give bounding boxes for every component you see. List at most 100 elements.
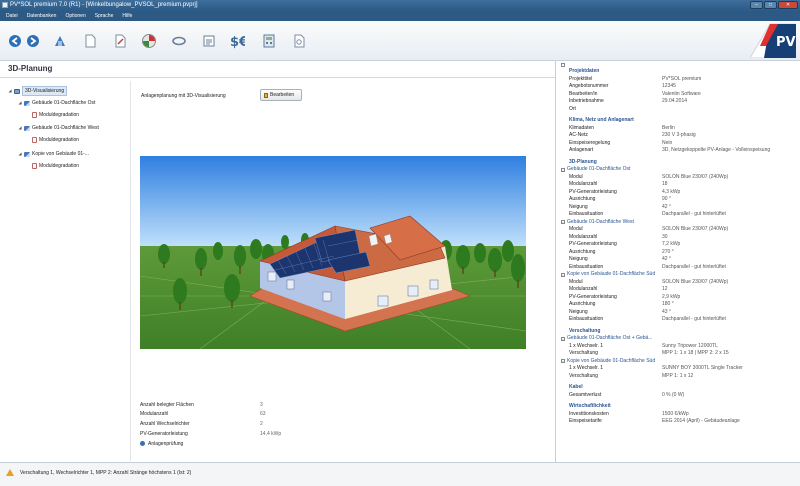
forward-icon[interactable] — [25, 33, 41, 49]
finance-icon[interactable]: $€ — [229, 33, 245, 49]
menu-hilfe[interactable]: Hilfe — [122, 11, 132, 21]
summary-row: Modulanzahl 18 — [557, 181, 800, 188]
visualization-icon — [14, 88, 20, 94]
collapse-icon[interactable]: ◢ — [18, 124, 22, 132]
system-check-link[interactable]: Anlagenprüfung — [140, 441, 240, 448]
project-data-icon[interactable] — [52, 33, 68, 49]
summary-key: Einbausituation — [569, 263, 604, 270]
summary-value: 2,9 kWp — [662, 293, 681, 300]
tree-item-dachflaeche-ost[interactable]: ◢ Gebäude 01-Dachfläche Ost — [18, 99, 95, 107]
section-heading: Wirtschaftlichkeit — [569, 403, 611, 409]
collapse-icon[interactable]: ◢ — [18, 99, 22, 107]
tree-item-label: Moduldegradation — [39, 163, 80, 169]
subsection-label: Gebäude 01-Dachfläche Ost + Gebä... — [567, 335, 653, 341]
tree-item-kopie-gebaeude[interactable]: ◢ Kopie von Gebäude 01-... — [18, 150, 89, 158]
subsection-heading[interactable]: − Gebäude 01-Dachfläche Ost — [561, 166, 630, 173]
tree-item-moduldegradation[interactable]: Moduldegradation — [32, 162, 79, 170]
summary-value: Sunny Tripower 12000TL — [662, 342, 718, 349]
3d-planning-icon[interactable] — [141, 33, 157, 49]
subsection-heading[interactable]: − Gebäude 01-Dachfläche Ost + Gebä... — [561, 335, 652, 342]
tree-item-3d-visualisierung[interactable]: ◢ 3D-Visualisierung — [8, 86, 68, 96]
summary-row: Einbausituation Dachparallel - gut hinter… — [557, 316, 800, 323]
summary-key: Verschaltung — [569, 350, 598, 356]
summary-key: PV-Generatorleistung — [569, 188, 617, 195]
back-icon[interactable] — [7, 33, 23, 49]
section-heading: Klima, Netz und Anlagenart — [569, 117, 634, 123]
summary-value: 18 — [662, 181, 668, 187]
summary-row: Klimadaten Berlin — [557, 125, 800, 132]
summary-row: Einbausituation Dachparallel - gut hinter… — [557, 211, 800, 218]
calculator-icon[interactable] — [261, 33, 277, 49]
results-icon[interactable] — [201, 33, 217, 49]
summary-value: PV*SOL premium — [662, 75, 702, 82]
summary-row: Ort — [557, 106, 800, 113]
pencil-icon — [264, 93, 268, 98]
collapse-icon[interactable]: ◢ — [8, 87, 12, 95]
tree-item-moduldegradation[interactable]: Moduldegradation — [32, 111, 79, 119]
roof-icon — [24, 100, 30, 106]
summary-row: PV-Generatorleistung 7,2 kWp — [557, 241, 800, 248]
summary-value: Valentin Software — [662, 90, 701, 97]
summary-value: Dachparallel - gut hinterlüftet — [662, 316, 726, 322]
new-document-icon[interactable] — [82, 33, 98, 49]
tree-item-label: Gebäude 01-Dachfläche West — [32, 125, 99, 131]
minimize-button[interactable]: – — [750, 1, 763, 9]
tree-item-label: Kopie von Gebäude 01-... — [32, 151, 89, 157]
section-heading: Projektdaten — [569, 68, 600, 74]
summary-row: Angebotsnummer 12345 — [557, 83, 800, 90]
summary-key: Bearbeiter/in — [569, 90, 598, 97]
menu-optionen[interactable]: Optionen — [65, 11, 85, 21]
section-heading: Kabel — [569, 384, 583, 390]
collapse-icon[interactable]: − — [561, 272, 565, 277]
edit-button-label: Bearbeiten — [270, 92, 295, 98]
document-icon — [32, 112, 37, 118]
summary-row: 1 x Wechselr. 1 Sunny Tripower 12000TL — [557, 343, 800, 350]
summary-row: Investitionskosten 1500 €/kWp — [557, 411, 800, 418]
collapse-icon[interactable]: ◢ — [18, 150, 22, 158]
tree-item-dachflaeche-west[interactable]: ◢ Gebäude 01-Dachfläche West — [18, 124, 99, 132]
report-icon[interactable] — [291, 33, 307, 49]
summary-key: Ort — [569, 105, 576, 112]
subsection-heading[interactable]: − Kopie von Gebäude 01-Dachfläche Süd — [561, 358, 655, 365]
app-icon — [2, 2, 8, 8]
summary-key: Klimadaten — [569, 124, 595, 131]
summary-value: 3D, Netzgekoppelte PV-Anlage - Volleinsp… — [662, 147, 771, 153]
close-button[interactable]: ✕ — [778, 1, 798, 9]
status-message[interactable]: Verschaltung 1, Wechselrichter 1, MPP 2:… — [20, 469, 191, 477]
menu-datenbanken[interactable]: Datenbanken — [27, 11, 57, 21]
summary-key: Investitionskosten — [569, 410, 609, 417]
menu-sprache[interactable]: Sprache — [95, 11, 114, 21]
3d-visualization-image[interactable] — [140, 156, 526, 349]
summary-row: 1 x Wechselr. 1 SUNNY BOY 3000TL Single T… — [557, 365, 800, 372]
summary-key: Verschaltung — [569, 372, 598, 379]
subsection-heading[interactable]: − Kopie von Gebäude 01-Dachfläche Süd — [561, 271, 655, 278]
summary-key: PV-Generatorleistung — [569, 241, 617, 247]
maximize-button[interactable]: □ — [764, 1, 777, 9]
collapse-icon[interactable]: − — [561, 220, 565, 224]
summary-row: Gesamtverlust 0 % (0 W) — [557, 392, 800, 399]
summary-key: Ausrichtung — [569, 248, 596, 255]
summary-value: 0 % (0 W) — [662, 391, 685, 398]
menu-datei[interactable]: Datei — [6, 11, 18, 21]
summary-row: AC-Netz 230 V 3-phasig — [557, 132, 800, 139]
subsection-heading[interactable]: − Gebäude 01-Dachfläche West — [561, 219, 634, 226]
panel-collapse-icon[interactable] — [561, 63, 565, 67]
warning-icon — [6, 469, 14, 476]
edit-button[interactable]: Bearbeiten — [260, 89, 302, 101]
summary-value: SOLON Blue 230/07 (240Wp) — [662, 226, 729, 232]
collapse-icon[interactable]: − — [561, 167, 565, 172]
collapse-icon[interactable]: − — [561, 359, 565, 363]
collapse-icon[interactable]: − — [561, 336, 565, 341]
summary-row: Verschaltung MPP 1: 1 x 12 — [557, 373, 800, 380]
summary-value: 29.04.2014 — [662, 98, 688, 104]
summary-value: 12345 — [662, 83, 676, 89]
edit-document-icon[interactable] — [112, 33, 128, 49]
summary-key: Einbausituation — [569, 316, 604, 322]
summary-key: Modul — [569, 173, 583, 180]
connection-icon[interactable] — [171, 33, 187, 49]
tree-item-moduldegradation[interactable]: Moduldegradation — [32, 136, 79, 144]
summary-value: 7,2 kWp — [662, 241, 681, 247]
summary-row: Ausrichtung 180 ° — [557, 301, 800, 308]
pane-divider — [130, 81, 131, 461]
main-pane: 3D-Planung ◢ 3D-Visualisierung ◢ Gebäude… — [0, 61, 556, 462]
